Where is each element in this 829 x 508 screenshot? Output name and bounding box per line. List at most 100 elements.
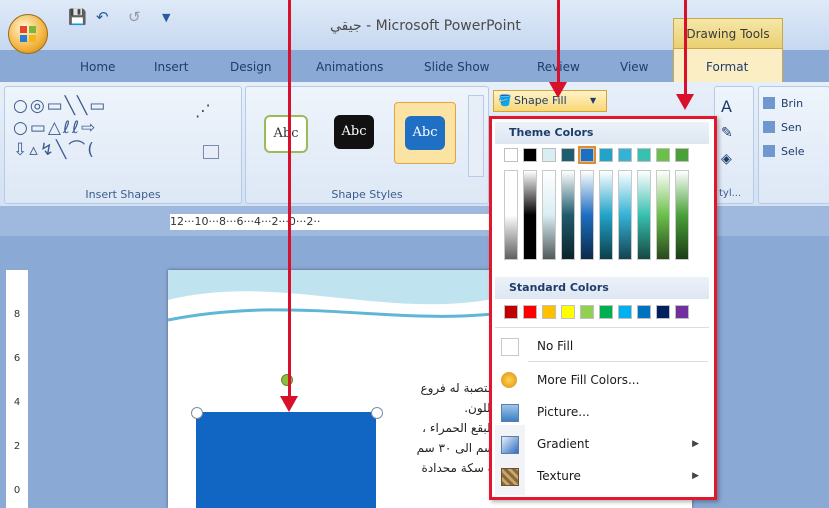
theme-shade-column[interactable] (675, 170, 689, 260)
theme-color-swatch[interactable] (523, 148, 537, 162)
theme-shade-column[interactable] (504, 170, 518, 260)
standard-colors-header: Standard Colors (495, 277, 709, 299)
slide-text-line: اللون. (464, 401, 494, 415)
menu-separator (495, 327, 709, 328)
theme-color-swatch[interactable] (504, 148, 518, 162)
slide-text-line: سم الى ٣٠ سم (416, 441, 494, 455)
standard-color-swatch[interactable] (618, 305, 632, 319)
vertical-ruler: 8 6 4 2 0 (6, 270, 28, 508)
menu-item-label: Texture (537, 469, 581, 483)
menu-item-label: No Fill (537, 339, 574, 353)
theme-shade-column[interactable] (523, 170, 537, 260)
slide-text-line: ة سكة محدادة (421, 461, 494, 475)
standard-color-swatch[interactable] (542, 305, 556, 319)
menu-item-label: More Fill Colors... (537, 373, 640, 387)
resize-handle[interactable] (191, 407, 203, 419)
theme-color-swatch[interactable] (561, 148, 575, 162)
ruler-tick: 6 (13, 353, 21, 364)
tab-slide-show[interactable]: Slide Show (424, 56, 489, 78)
annotation-arrow-line (288, 0, 291, 398)
undo-icon[interactable]: ↶ (96, 8, 109, 26)
wordart-styles-group: A ✎ ◈ tyl... (714, 86, 754, 204)
bring-front-icon (763, 97, 775, 109)
menu-item-no-fill[interactable]: No Fill (495, 333, 709, 359)
standard-color-swatch[interactable] (523, 305, 537, 319)
ruler-tick: 8 (13, 309, 21, 320)
theme-shade-column[interactable] (618, 170, 632, 260)
theme-color-swatch[interactable] (578, 146, 596, 164)
styles-gallery-scroll[interactable] (468, 95, 484, 177)
tab-view[interactable]: View (620, 56, 648, 78)
selection-pane-button[interactable]: Sele (781, 145, 805, 158)
text-outline-icon[interactable]: ✎ (721, 125, 733, 141)
texture-icon (501, 468, 519, 486)
standard-color-swatch[interactable] (637, 305, 651, 319)
theme-shade-column[interactable] (599, 170, 613, 260)
edit-shape-icon[interactable]: ⋰ (195, 101, 211, 120)
theme-color-swatch[interactable] (618, 148, 632, 162)
menu-item-label: Gradient (537, 437, 590, 451)
style-sample: Abc (405, 116, 445, 150)
tab-design[interactable]: Design (230, 56, 271, 78)
theme-color-swatch[interactable] (675, 148, 689, 162)
arrange-group: Brin Sen Sele (758, 86, 829, 204)
office-button[interactable] (8, 14, 48, 54)
menu-item-texture[interactable]: Texture ▶ (495, 463, 709, 489)
theme-shade-column[interactable] (656, 170, 670, 260)
menu-item-label: Picture... (537, 405, 590, 419)
menu-item-gradient[interactable]: Gradient ▶ (495, 431, 709, 457)
annotation-arrow-head (676, 94, 694, 110)
theme-color-swatch[interactable] (542, 148, 556, 162)
style-sample: Abc (334, 115, 374, 149)
annotation-arrow-head (280, 396, 298, 412)
theme-colors-palette (492, 119, 712, 279)
selected-rectangle-shape[interactable] (196, 412, 376, 508)
menu-item-more-fill-colors[interactable]: More Fill Colors... (495, 367, 709, 393)
style-option-blue-selected[interactable]: Abc (394, 102, 456, 164)
tab-animations[interactable]: Animations (316, 56, 383, 78)
shape-styles-group: Abc Abc Abc Shape Styles (245, 86, 489, 204)
horizontal-ruler: 12···10···8···6···4···2···0···2·· (170, 214, 500, 230)
redo-icon[interactable]: ↺ (128, 8, 141, 26)
tab-format[interactable]: Format (706, 56, 748, 78)
slide-text-block[interactable]: متصبة له فروع اللون. البقع الحمراء ، سم … (378, 378, 494, 478)
shape-fill-dropdown: Theme Colors Standard Colors No Fill Mor… (489, 116, 717, 500)
ruler-tick: 0 (13, 485, 21, 496)
rotation-handle[interactable] (281, 374, 293, 386)
text-box-icon[interactable] (203, 145, 219, 159)
text-fill-icon[interactable]: A (721, 97, 732, 116)
theme-color-swatch[interactable] (656, 148, 670, 162)
send-to-back-button[interactable]: Sen (781, 121, 802, 134)
standard-color-swatch[interactable] (675, 305, 689, 319)
style-sample: Abc (264, 115, 308, 153)
bring-to-front-button[interactable]: Brin (781, 97, 803, 110)
send-back-icon (763, 121, 775, 133)
tab-insert[interactable]: Insert (154, 56, 188, 78)
theme-color-swatch[interactable] (637, 148, 651, 162)
style-option-black[interactable]: Abc (324, 102, 384, 162)
standard-color-swatch[interactable] (599, 305, 613, 319)
selection-pane-icon (763, 145, 775, 157)
standard-colors-palette (492, 301, 712, 325)
save-icon[interactable]: 💾 (68, 8, 87, 26)
menu-item-picture[interactable]: Picture... (495, 399, 709, 425)
standard-color-swatch[interactable] (656, 305, 670, 319)
theme-shade-column[interactable] (580, 170, 594, 260)
standard-color-swatch[interactable] (504, 305, 518, 319)
annotation-arrow-line (684, 0, 687, 96)
theme-color-swatch[interactable] (599, 148, 613, 162)
tab-home[interactable]: Home (80, 56, 115, 78)
slide-text-line: متصبة له فروع (420, 381, 494, 395)
wordart-group-label: tyl... (719, 188, 742, 199)
text-effects-icon[interactable]: ◈ (721, 151, 732, 167)
theme-shade-column[interactable] (637, 170, 651, 260)
standard-color-swatch[interactable] (561, 305, 575, 319)
theme-shade-column[interactable] (561, 170, 575, 260)
shapes-gallery[interactable]: ○◎▭╲╲▭ ○▭△ℓℓ⇨ ⇩▵↯╲⌒( (13, 95, 107, 161)
customize-qat-icon[interactable]: ▼ (162, 11, 170, 24)
standard-color-swatch[interactable] (580, 305, 594, 319)
office-logo-icon (20, 26, 36, 42)
theme-shade-column[interactable] (542, 170, 556, 260)
style-option-outline[interactable]: Abc (254, 102, 314, 162)
slide-text-line: البقع الحمراء ، (422, 421, 494, 435)
